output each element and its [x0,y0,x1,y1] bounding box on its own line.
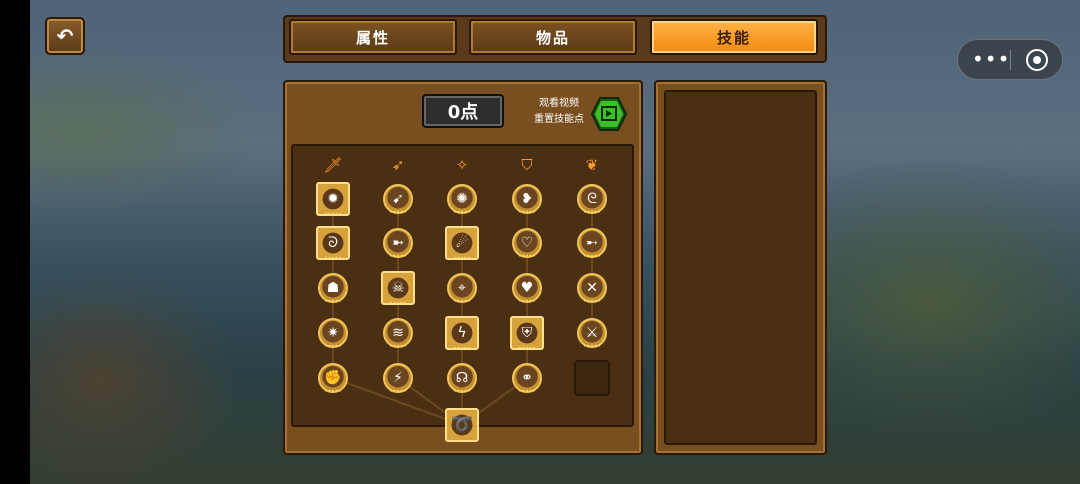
more-options-icon[interactable]: ••• [972,49,1009,71]
bolt-dash-icon[interactable]: ⚡ ••••• [383,363,413,395]
magic-icon: ✧ [455,156,469,174]
skill-level-pips: ••••• [389,343,407,350]
skill-points-display: 0点 [422,94,504,128]
wing-icon: ❦ [585,156,599,174]
miniprogram-capsule: ••• [957,39,1063,80]
sword-icon: 🗡 [323,156,343,174]
tab-items[interactable]: 物品 [469,19,637,55]
reset-label-line2: 重置技能点 [534,114,584,125]
skill-level-pips: ••••• [389,209,407,216]
shield-heart-icon[interactable]: ⛨ ••••• [510,316,544,352]
spiral-icon[interactable]: ᘐ ••••• [316,226,350,262]
skill-level-pips: ••••• [324,255,342,262]
helmet-icon[interactable]: ☗ ••••• [318,273,348,305]
skill-level-pips: ••••• [324,298,342,305]
bow-icon: ➶ [391,156,405,174]
skill-level-pips: ••••• [324,343,342,350]
spartan-helmet-icon[interactable]: ⚔ ••••• [577,318,607,350]
skill-level-pips: ••••• [518,209,536,216]
back-button[interactable]: ↶ [45,17,85,55]
skull-crossbones-icon[interactable]: ☠ ••••• [381,271,415,307]
heart-bolt-icon[interactable]: ♥ ••••• [512,273,542,305]
skill-level-pips: ••••• [324,388,342,395]
star-burst-icon[interactable]: ✷ ••••• [318,318,348,350]
triple-ring-icon[interactable]: ⚭ ••••• [512,363,542,395]
skill-level-pips: ••••• [453,388,471,395]
fireball-icon[interactable]: ☄ ••••• [445,226,479,262]
skill-detail-panel [654,80,827,455]
crosshair-icon[interactable]: ⌖ ••••• [447,273,477,305]
skill-detail-area [664,90,817,445]
watch-video-reset-button[interactable] [591,97,627,131]
sun-burst-icon[interactable]: ✹ ••••• [316,182,350,218]
tab-attributes[interactable]: 属性 [289,19,457,55]
skill-level-pips: ••••• [583,298,601,305]
skill-level-pips: ••••• [389,253,407,260]
dash-icon[interactable]: ➼ ••••• [383,228,413,260]
lightning-icon[interactable]: ϟ ••••• [445,316,479,352]
skill-level-pips: ••••• [583,253,601,260]
skill-level-pips: ••••• [518,298,536,305]
skill-level-pips: ••••• [583,209,601,216]
reset-label-line1: 观看视频 [539,98,579,109]
screen-letterbox [0,0,30,484]
swirl-dragon-icon[interactable]: ᘓ ••••• [577,184,607,216]
fist-icon[interactable]: ✊ ••••• [318,363,348,395]
skill-level-pips: ••••• [389,388,407,395]
cross-blades-icon[interactable]: ✕ ••••• [577,273,607,305]
capsule-divider [1010,50,1011,70]
skill-level-pips: ••••• [518,345,536,352]
skill-level-pips: ••••• [453,255,471,262]
spark-icon[interactable]: ✺ ••••• [447,184,477,216]
skill-level-pips: ••••• [583,343,601,350]
headset-icon[interactable]: ☊ ••••• [447,363,477,395]
skill-level-pips: ••••• [518,253,536,260]
leaf-blade-icon[interactable]: ➸ ••••• [577,228,607,260]
tab-skills[interactable]: 技能 [650,19,818,55]
reset-label: 观看视频 重置技能点 [530,96,588,128]
no-heart-icon[interactable]: ♡ ••••• [512,228,542,260]
skill-level-pips: ••••• [453,345,471,352]
wind-icon[interactable]: ≋ ••••• [383,318,413,350]
bow-shot-icon[interactable]: ➹ ••••• [383,184,413,216]
empty-skill-slot[interactable] [574,360,610,396]
skill-level-pips: ••••• [518,388,536,395]
shield-icon: ⛉ [521,156,533,174]
broken-heart-icon[interactable]: ❥ ••••• [512,184,542,216]
skill-level-pips: ••••• [324,211,342,218]
skill-level-pips: ••••• [453,298,471,305]
skill-level-pips: ••••• [453,209,471,216]
close-target-icon[interactable] [1026,49,1048,71]
skill-level-pips: ••••• [389,300,407,307]
vortex-icon[interactable]: ➰ [445,408,479,442]
back-arrow-icon: ↶ [56,24,74,48]
